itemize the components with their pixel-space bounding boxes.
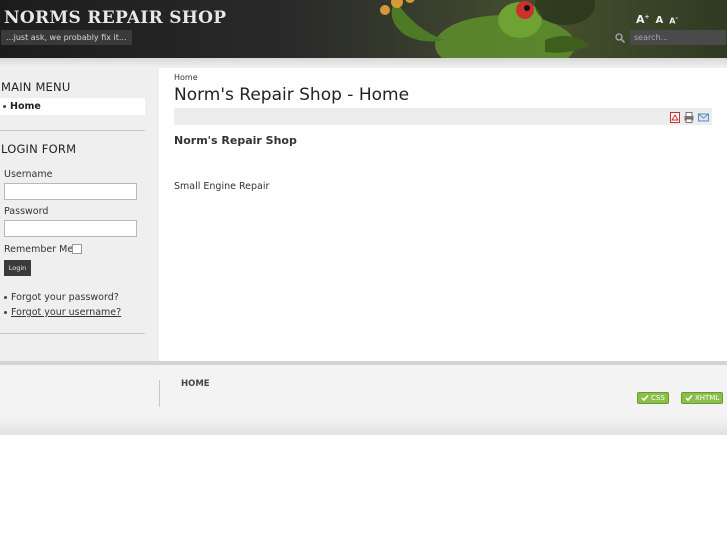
font-increase-button[interactable]: A+ [636,13,650,26]
forgot-password-link[interactable]: Forgot your password? [4,292,119,303]
footer [0,365,727,417]
page-title: Norm's Repair Shop - Home [174,85,410,105]
menu-item-home[interactable]: Home [0,98,145,112]
login-button[interactable]: Login [4,260,31,276]
bullet-icon [3,105,6,108]
search-input[interactable] [630,30,726,45]
remember-me-label: Remember Me [4,244,74,255]
font-reset-button[interactable]: A [656,15,664,26]
breadcrumb[interactable]: Home [174,73,198,82]
article-title: Norm's Repair Shop [174,134,297,147]
divider [0,333,145,334]
site-tagline: ...just ask, we probably fix it... [1,30,132,45]
font-size-tools: A+ A A- [636,13,678,26]
site-title[interactable]: NORMS REPAIR SHOP [4,8,226,28]
username-field[interactable] [4,183,137,200]
search-icon [615,32,626,43]
search-box [614,30,726,45]
main-menu-title: MAIN MENU [1,80,71,94]
remember-me-checkbox[interactable] [72,244,82,254]
site-header: NORMS REPAIR SHOP ...just ask, we probab… [0,0,727,58]
print-icon[interactable] [684,112,694,123]
email-icon[interactable] [698,112,709,123]
login-form-title: LOGIN FORM [1,142,77,156]
pdf-icon[interactable] [670,112,680,123]
article-body: Small Engine Repair [174,181,270,192]
password-label: Password [4,206,49,217]
xhtml-valid-badge[interactable]: XHTML [681,392,724,404]
frog-banner-image [380,0,595,58]
checkmark-icon [641,395,649,402]
password-field[interactable] [4,220,137,237]
sidebar: MAIN MENU Home LOGIN FORM Username Passw… [0,68,159,361]
footer-divider [159,380,160,407]
bullet-icon [4,296,7,299]
header-shadow [0,58,727,68]
css-valid-badge[interactable]: CSS [637,392,669,404]
main-menu: Home [0,98,145,115]
footer-nav-home[interactable]: HOME [181,379,210,389]
font-decrease-button[interactable]: A- [669,15,678,26]
divider [0,130,145,131]
article-tools-bar [174,108,712,125]
forgot-username-link[interactable]: Forgot your username? [4,307,121,318]
username-label: Username [4,169,53,180]
footer-shadow [0,417,727,435]
bullet-icon [4,311,7,314]
checkmark-icon [685,395,693,402]
